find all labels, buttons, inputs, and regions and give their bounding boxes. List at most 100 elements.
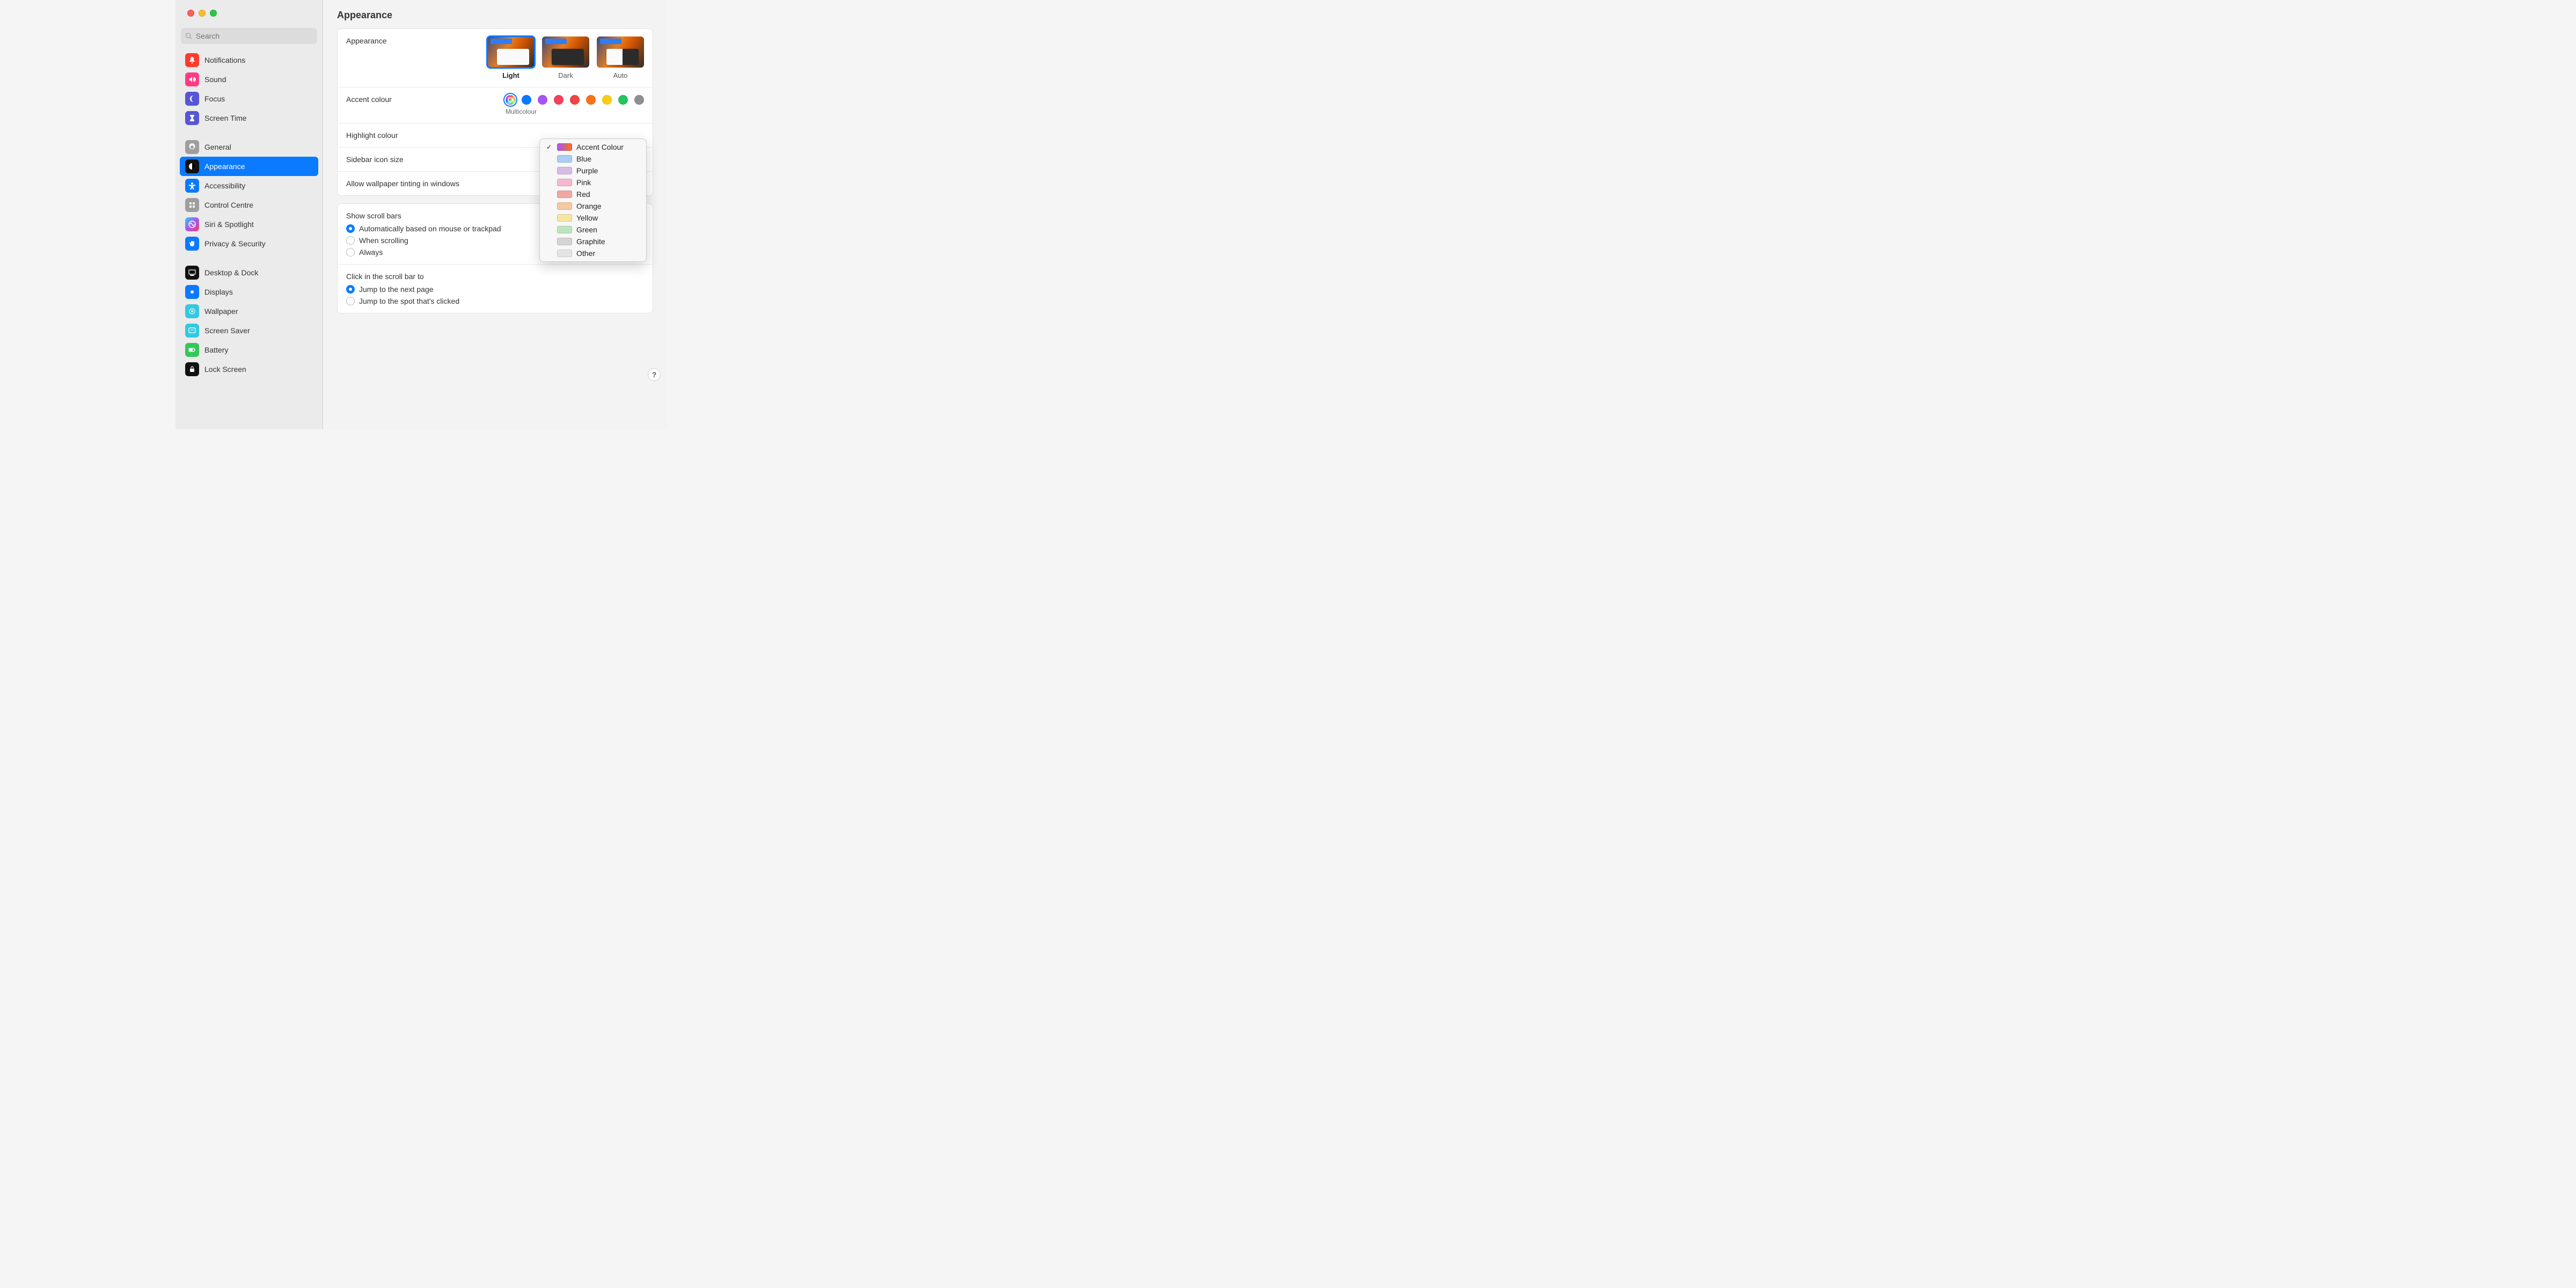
appearance-option-label: Auto bbox=[613, 71, 628, 79]
maximize-button[interactable] bbox=[210, 10, 217, 17]
appearance-label: Appearance bbox=[346, 36, 387, 45]
search-input[interactable] bbox=[196, 32, 313, 40]
sidebar-item-wallpaper[interactable]: Wallpaper bbox=[180, 302, 318, 321]
sidebar-list: Notifications SoundFocusScreen Time Genera… bbox=[175, 48, 323, 429]
sidebar-item-privacy-security[interactable]: Privacy & Security bbox=[180, 234, 318, 253]
dropdown-item-label: Orange bbox=[576, 202, 602, 210]
row-accent-colour: Accent colour Multicolour bbox=[338, 87, 653, 123]
sidebar-item-sound[interactable]: Sound bbox=[180, 70, 318, 89]
sidebar-item-label: Battery bbox=[204, 346, 228, 354]
sidebar-item-screen-time[interactable]: Screen Time bbox=[180, 108, 318, 128]
appearance-option-dark[interactable]: Dark bbox=[542, 36, 589, 79]
sidebar-item-displays[interactable]: Displays bbox=[180, 282, 318, 302]
colour-swatch bbox=[557, 155, 572, 163]
sidebar-item-general[interactable]: General bbox=[180, 137, 318, 157]
wallpaper-tint-label: Allow wallpaper tinting in windows bbox=[346, 179, 459, 188]
accent-swatch-6[interactable] bbox=[602, 95, 612, 105]
sidebar-item-battery[interactable]: Battery bbox=[180, 340, 318, 360]
appearance-options: LightDark Auto bbox=[487, 36, 644, 79]
sidebar-item-label: Siri & Spotlight bbox=[204, 220, 254, 229]
radio-label: When scrolling bbox=[359, 236, 408, 245]
dropdown-item-red[interactable]: Red bbox=[540, 188, 646, 200]
lock-icon bbox=[185, 362, 199, 376]
accent-swatch-1[interactable] bbox=[522, 95, 531, 105]
accent-swatch-7[interactable] bbox=[618, 95, 628, 105]
gear-icon bbox=[185, 140, 199, 154]
hourglass-icon bbox=[185, 111, 199, 125]
sidebar-item-label: Desktop & Dock bbox=[204, 268, 258, 277]
screensaver-icon bbox=[185, 324, 199, 338]
dropdown-item-blue[interactable]: Blue bbox=[540, 153, 646, 165]
dropdown-item-green[interactable]: Green bbox=[540, 224, 646, 236]
colour-swatch bbox=[557, 179, 572, 186]
accent-swatch-8[interactable] bbox=[634, 95, 644, 105]
accent-swatch-3[interactable] bbox=[554, 95, 564, 105]
appearance-option-auto[interactable]: Auto bbox=[597, 36, 644, 79]
radio-option[interactable]: Jump to the spot that's clicked bbox=[346, 297, 644, 305]
accent-swatch-4[interactable] bbox=[570, 95, 580, 105]
radio-label: Automatically based on mouse or trackpad bbox=[359, 224, 501, 233]
sidebar-item-label: Accessibility bbox=[204, 181, 245, 190]
sidebar-item-notifications[interactable]: Notifications bbox=[180, 50, 318, 70]
dropdown-item-orange[interactable]: Orange bbox=[540, 200, 646, 212]
dropdown-item-other[interactable]: Other bbox=[540, 247, 646, 259]
appearance-icon bbox=[185, 159, 199, 173]
appearance-thumb-light bbox=[487, 36, 535, 68]
siri-icon bbox=[185, 217, 199, 231]
window-controls bbox=[175, 0, 323, 21]
dropdown-item-label: Other bbox=[576, 249, 595, 258]
appearance-thumb-auto bbox=[597, 36, 644, 68]
dropdown-item-label: Green bbox=[576, 225, 597, 234]
sidebar-item-label: Wallpaper bbox=[204, 307, 238, 316]
dropdown-item-graphite[interactable]: Graphite bbox=[540, 236, 646, 247]
dropdown-item-yellow[interactable]: Yellow bbox=[540, 212, 646, 224]
radio-button[interactable] bbox=[346, 224, 355, 233]
sidebar-item-label: Notifications bbox=[204, 56, 245, 64]
appearance-thumb-dark bbox=[542, 36, 589, 68]
dropdown-item-label: Yellow bbox=[576, 214, 598, 222]
colour-swatch bbox=[557, 202, 572, 210]
appearance-option-light[interactable]: Light bbox=[487, 36, 535, 79]
minimize-button[interactable] bbox=[199, 10, 206, 17]
search-box[interactable] bbox=[181, 28, 317, 44]
radio-option[interactable]: Jump to the next page bbox=[346, 285, 644, 294]
wallpaper-icon bbox=[185, 304, 199, 318]
sidebar-item-label: Control Centre bbox=[204, 201, 253, 209]
sidebar-item-control-centre[interactable]: Control Centre bbox=[180, 195, 318, 215]
colour-swatch bbox=[557, 143, 572, 151]
accessibility-icon bbox=[185, 179, 199, 193]
accent-swatch-5[interactable] bbox=[586, 95, 596, 105]
radio-button[interactable] bbox=[346, 285, 355, 294]
displays-icon bbox=[185, 285, 199, 299]
check-icon: ✓ bbox=[545, 143, 553, 151]
accent-swatch-2[interactable] bbox=[538, 95, 547, 105]
colour-swatch bbox=[557, 167, 572, 174]
sidebar-item-label: Displays bbox=[204, 288, 233, 296]
help-button[interactable]: ? bbox=[648, 368, 661, 381]
dropdown-item-purple[interactable]: Purple bbox=[540, 165, 646, 177]
colour-swatch bbox=[557, 250, 572, 257]
accent-swatch-0[interactable] bbox=[506, 95, 515, 105]
sidebar-item-siri-spotlight[interactable]: Siri & Spotlight bbox=[180, 215, 318, 234]
sidebar-item-appearance[interactable]: Appearance bbox=[180, 157, 318, 176]
sidebar-item-lock-screen[interactable]: Lock Screen bbox=[180, 360, 318, 379]
dropdown-item-pink[interactable]: Pink bbox=[540, 177, 646, 188]
sidebar-item-label: General bbox=[204, 143, 231, 151]
close-button[interactable] bbox=[187, 10, 194, 17]
sidebar-item-label: Privacy & Security bbox=[204, 239, 266, 248]
click-scroll-group: Jump to the next page Jump to the spot th… bbox=[346, 285, 644, 305]
radio-button[interactable] bbox=[346, 297, 355, 305]
radio-button[interactable] bbox=[346, 248, 355, 257]
dropdown-item-accent-colour[interactable]: ✓Accent Colour bbox=[540, 141, 646, 153]
dropdown-item-label: Red bbox=[576, 190, 590, 199]
sound-icon bbox=[185, 72, 199, 86]
sidebar-item-screen-saver[interactable]: Screen Saver bbox=[180, 321, 318, 340]
radio-button[interactable] bbox=[346, 236, 355, 245]
sidebar-item-desktop-dock[interactable]: Desktop & Dock bbox=[180, 263, 318, 282]
sidebar-item-accessibility[interactable]: Accessibility bbox=[180, 176, 318, 195]
colour-swatch bbox=[557, 238, 572, 245]
page-title: Appearance bbox=[337, 10, 653, 21]
sidebar-item-focus[interactable]: Focus bbox=[180, 89, 318, 108]
battery-icon bbox=[185, 343, 199, 357]
highlight-colour-dropdown[interactable]: ✓Accent ColourBluePurplePink Red Orange Yel… bbox=[539, 138, 647, 262]
